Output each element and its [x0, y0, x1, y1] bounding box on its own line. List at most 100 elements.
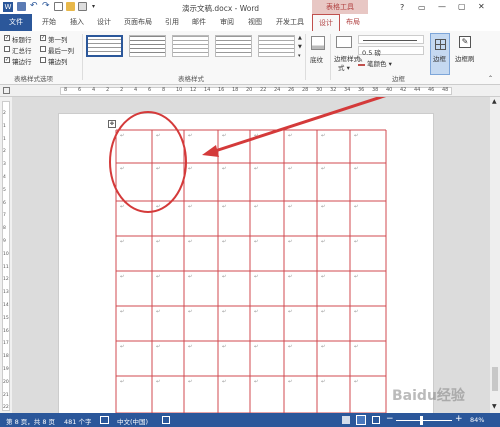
cell-mark: ↵: [288, 309, 293, 315]
tab-insert[interactable]: 插入: [70, 17, 84, 27]
table-style-5[interactable]: [258, 35, 295, 57]
cell-mark: ↵: [188, 379, 193, 385]
open-icon[interactable]: [66, 2, 75, 11]
cell-mark: ↵: [354, 344, 359, 350]
last-col-checkbox[interactable]: [40, 46, 46, 52]
maximize-button[interactable]: ▢: [458, 2, 466, 11]
cell-mark: ↵: [354, 204, 359, 210]
tab-view[interactable]: 视图: [248, 17, 262, 27]
scroll-up-icon[interactable]: ▲: [492, 98, 497, 105]
banded-rows-label: 镶边行: [12, 58, 32, 66]
close-button[interactable]: ✕: [478, 2, 485, 11]
print-icon[interactable]: [78, 2, 87, 11]
tab-references[interactable]: 引用: [165, 17, 179, 27]
vertical-scrollbar[interactable]: ▲ ▼: [490, 97, 500, 413]
header-row-checkbox[interactable]: ✓: [4, 35, 10, 41]
tab-review[interactable]: 审阅: [220, 17, 234, 27]
contextual-tab-group: 表格工具: [312, 0, 368, 14]
print-layout-icon[interactable]: [356, 415, 366, 425]
zoom-out-icon[interactable]: −: [386, 414, 394, 424]
table-style-4[interactable]: [215, 35, 252, 57]
vruler-tick: 11: [3, 264, 9, 270]
table-style-1[interactable]: [86, 35, 123, 57]
customize-qat-icon[interactable]: ▾: [92, 2, 101, 11]
gallery-up-icon[interactable]: ▲: [298, 35, 302, 41]
borders-icon: [435, 39, 446, 50]
new-doc-icon[interactable]: [54, 2, 63, 11]
cell-mark: ↵: [254, 166, 259, 172]
vruler-tick: 18: [3, 354, 9, 360]
macro-icon[interactable]: [162, 416, 170, 424]
ruler-toggle-icon[interactable]: [3, 87, 10, 94]
scroll-down-icon[interactable]: ▼: [492, 403, 497, 410]
table-grid[interactable]: [12, 97, 490, 413]
help-button[interactable]: ?: [400, 3, 404, 12]
banded-cols-checkbox[interactable]: [40, 57, 46, 63]
minimize-button[interactable]: —: [438, 2, 446, 11]
table-style-2[interactable]: [129, 35, 166, 57]
cell-mark: ↵: [321, 166, 326, 172]
cell-mark: ↵: [120, 239, 125, 245]
scroll-thumb[interactable]: [492, 367, 498, 391]
tab-home[interactable]: 开始: [42, 17, 56, 27]
ruler-tick: 8: [162, 87, 166, 93]
line-width-value: 0.5 磅: [362, 49, 381, 57]
border-painter-icon[interactable]: ✎: [459, 36, 471, 48]
page-count[interactable]: 第 8 页，共 8 页: [6, 416, 55, 426]
gallery-more-icon[interactable]: ▾: [298, 53, 301, 59]
border-styles-sub[interactable]: 式 ▾: [338, 62, 350, 72]
tab-table-layout[interactable]: 布局: [346, 17, 360, 27]
line-style-dropdown[interactable]: [358, 35, 424, 44]
horizontal-ruler[interactable]: 8 6 4 2 2 4 6 8 10 12 14 16 18 20 22 24 26 28 30 32 34 36 38 40…: [0, 85, 500, 97]
word-count[interactable]: 481 个字: [64, 416, 91, 426]
banded-rows-checkbox[interactable]: ✓: [4, 57, 10, 63]
tab-developer[interactable]: 开发工具: [276, 17, 304, 27]
web-layout-icon[interactable]: [372, 416, 380, 424]
gallery-down-icon[interactable]: ▼: [298, 44, 302, 50]
pen-color-label[interactable]: 笔颜色 ▾: [367, 58, 392, 68]
border-styles-icon[interactable]: [336, 36, 352, 48]
vruler-tick: 4: [3, 175, 6, 180]
file-tab[interactable]: 文件: [0, 14, 32, 31]
cell-mark: ↵: [222, 309, 227, 315]
total-row-checkbox[interactable]: [4, 46, 10, 52]
vruler-tick: 5: [3, 187, 6, 193]
cell-mark: ↵: [156, 309, 161, 315]
cell-mark: ↵: [254, 379, 259, 385]
cell-mark: ↵: [156, 204, 161, 210]
table-move-handle-icon[interactable]: ✥: [108, 120, 116, 128]
border-painter-label[interactable]: 边框刷: [455, 53, 475, 63]
first-col-checkbox[interactable]: ✓: [40, 35, 46, 41]
pen-color-icon[interactable]: ✎: [358, 58, 365, 66]
zoom-slider-thumb[interactable]: [420, 416, 423, 425]
tab-design[interactable]: 设计: [97, 17, 111, 27]
collapse-ribbon-icon[interactable]: ⌃: [488, 75, 493, 82]
shading-icon[interactable]: [311, 36, 325, 50]
ruler-tick: 8: [64, 87, 68, 93]
tab-table-design[interactable]: 设计: [312, 14, 340, 31]
ribbon-options-button[interactable]: ▭: [418, 3, 426, 12]
document-area[interactable]: ✥ ↵ ↵ ↵ ↵ ↵ ↵ ↵ ↵ ↵ ↵ ↵ ↵ ↵ ↵ ↵ ↵ ↵ ↵ ↵ ↵ ↵ ↵ ↵ ↵ ↵ ↵ ↵ ↵ ↵ ↵ ↵ ↵ ↵ ↵ ↵ ↵ ↵ ↵…: [12, 97, 490, 413]
vruler-tick: 20: [3, 379, 9, 385]
ruler-tick: 14: [204, 87, 211, 93]
ruler-tick: 10: [176, 87, 183, 93]
language-status[interactable]: 中文(中国): [117, 416, 148, 426]
zoom-slider[interactable]: [396, 420, 452, 421]
shading-label[interactable]: 底纹: [310, 54, 323, 64]
vertical-ruler[interactable]: 2 1 1 2 3 4 5 6 7 8 9 10 11 12 13 14 15 16 17 18 19 20 21 22: [0, 97, 12, 413]
cell-mark: ↵: [222, 344, 227, 350]
save-icon[interactable]: [17, 2, 26, 11]
tab-mailings[interactable]: 邮件: [192, 17, 206, 27]
read-mode-icon[interactable]: [342, 416, 350, 424]
cell-mark: ↵: [288, 274, 293, 280]
zoom-in-icon[interactable]: +: [455, 414, 463, 424]
zoom-level[interactable]: 84%: [470, 416, 484, 424]
cell-mark: ↵: [156, 239, 161, 245]
tab-page-layout[interactable]: 页面布局: [124, 17, 152, 27]
proofing-icon[interactable]: [100, 416, 109, 424]
cell-mark: ↵: [120, 379, 125, 385]
cell-mark: ↵: [254, 204, 259, 210]
redo-icon[interactable]: ↷: [42, 2, 51, 11]
undo-icon[interactable]: ↶: [30, 2, 39, 11]
table-style-3[interactable]: [172, 35, 209, 57]
